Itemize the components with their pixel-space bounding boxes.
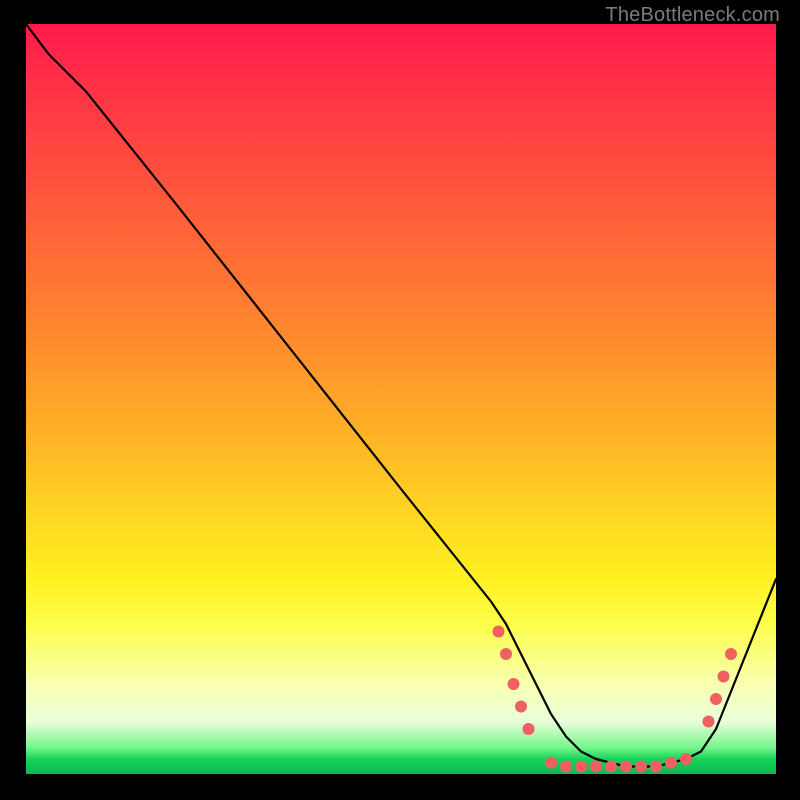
data-marker [635,761,647,773]
data-marker [493,626,505,638]
data-marker [545,757,557,769]
data-marker [650,761,662,773]
data-marker [560,761,572,773]
marker-group [493,626,738,773]
data-marker [500,648,512,660]
data-marker [523,723,535,735]
plot-area [26,24,776,774]
data-marker [718,671,730,683]
data-marker [703,716,715,728]
data-marker [515,701,527,713]
chart-frame: TheBottleneck.com [0,0,800,800]
data-marker [575,761,587,773]
bottleneck-curve [26,24,776,767]
curve-svg [26,24,776,774]
data-marker [665,757,677,769]
data-marker [680,753,692,765]
data-marker [710,693,722,705]
data-marker [725,648,737,660]
data-marker [605,761,617,773]
data-marker [620,761,632,773]
data-marker [590,761,602,773]
data-marker [508,678,520,690]
